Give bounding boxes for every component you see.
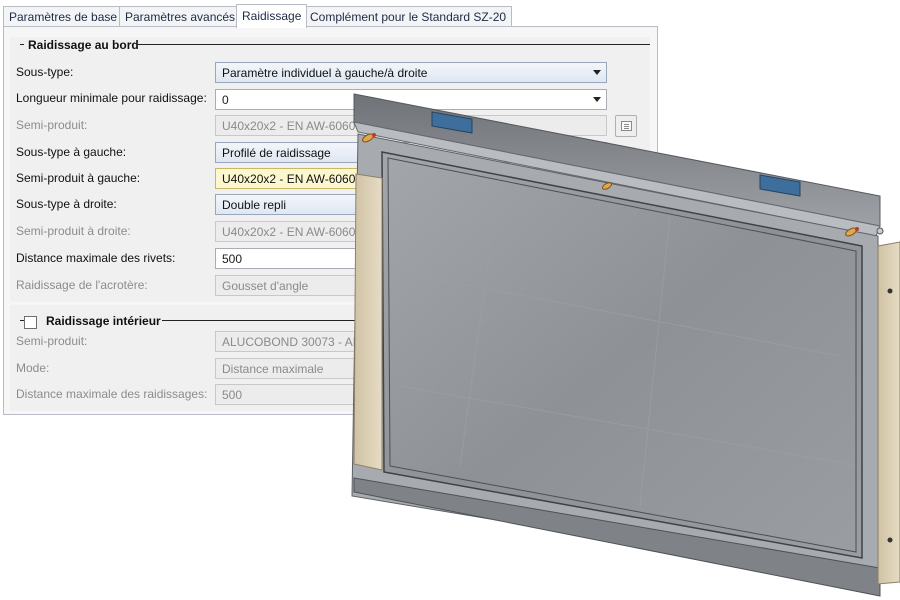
rivet-distance-label: Distance maximale des rivets:: [16, 251, 176, 265]
rivet: [887, 288, 893, 294]
stiffener-distance-label: Distance maximale des raidissages:: [16, 387, 208, 401]
tab-parametres-de-base[interactable]: Paramètres de base: [3, 6, 124, 27]
parapet-stiffening-label: Raidissage de l'acrotère:: [16, 278, 148, 292]
inner-stiffening-title: Raidissage intérieur: [46, 314, 165, 328]
tab-raidissage[interactable]: Raidissage: [236, 4, 308, 28]
right-stiffener-profile: [877, 241, 900, 585]
facade-panel-3d-preview: [351, 93, 900, 597]
subtype-select[interactable]: Paramètre individuel à gauche/à droite: [215, 62, 607, 83]
rivet: [887, 537, 893, 543]
inner-semi-product-label: Semi-produit:: [16, 334, 88, 348]
edge-stiffening-title: Raidissage au bord: [28, 38, 143, 52]
subtype-label: Sous-type:: [16, 65, 74, 79]
tab-bar: Paramètres de base Paramètres avancés Ra…: [3, 4, 658, 28]
min-length-label: Longueur minimale pour raidissage:: [16, 91, 207, 105]
group-divider: [138, 44, 650, 45]
mode-label: Mode:: [16, 361, 50, 375]
tab-parametres-avances[interactable]: Paramètres avancés: [119, 6, 242, 27]
left-stiffener-profile: [353, 173, 383, 471]
screw-marker: [372, 133, 376, 137]
group-collapse-marker[interactable]: [20, 44, 24, 45]
left-semi-product-label: Semi-produit à gauche:: [16, 171, 141, 185]
chevron-down-icon: [593, 70, 601, 75]
semi-product-label: Semi-produit:: [16, 118, 88, 132]
screw-marker: [855, 227, 859, 231]
right-semi-product-label: Semi-produit à droite:: [16, 224, 131, 238]
rivet: [876, 227, 884, 235]
left-subtype-label: Sous-type à gauche:: [16, 145, 127, 159]
inner-stiffening-checkbox[interactable]: [24, 316, 37, 329]
tab-complement-standard-sz20[interactable]: Complément pour le Standard SZ-20: [304, 6, 513, 27]
right-subtype-label: Sous-type à droite:: [16, 197, 117, 211]
